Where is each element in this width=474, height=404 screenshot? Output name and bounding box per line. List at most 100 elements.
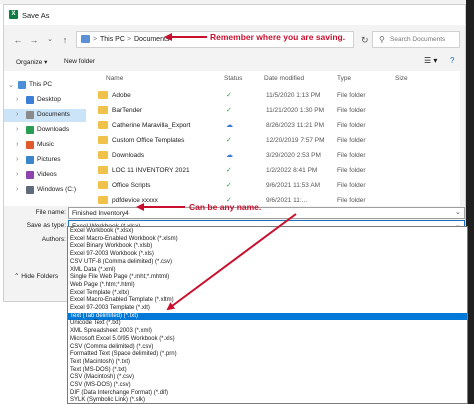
scrollbar[interactable] (460, 71, 465, 206)
chevron-right-icon[interactable]: › (16, 171, 18, 178)
file-type-option[interactable]: Excel Workbook (*.xlsx) (68, 228, 467, 236)
chevron-up-icon: ⌃ (14, 273, 20, 280)
file-list: Name Status Date modified Type Size Adob… (86, 71, 465, 206)
column-header-date[interactable]: Date modified (264, 75, 304, 82)
file-type-option[interactable]: CSV UTF-8 (Comma delimited) (*.csv) (68, 259, 467, 267)
hide-folders-button[interactable]: ⌃ Hide Folders (14, 272, 58, 280)
sidebar-item-videos[interactable]: › Videos (4, 169, 86, 182)
folder-icon (98, 151, 108, 159)
hide-folders-label: Hide Folders (21, 273, 59, 280)
file-date: 8/26/2023 11:21 PM (266, 122, 325, 129)
file-type-option[interactable]: Text (MS-DOS) (*.txt) (68, 367, 467, 375)
new-folder-button[interactable]: New folder (64, 58, 95, 65)
breadcrumb-separator: > (93, 36, 98, 43)
sidebar-item-documents[interactable]: › Documents (4, 109, 86, 122)
file-type-option[interactable]: Excel Template (*.xltx) (68, 290, 467, 298)
file-type-option[interactable]: Excel 97-2003 Template (*.xlt) (68, 305, 467, 313)
sidebar-item-pictures[interactable]: › Pictures (4, 154, 86, 167)
chevron-right-icon[interactable]: › (16, 126, 18, 133)
chevron-right-icon[interactable]: › (16, 111, 18, 118)
folder-icon (98, 181, 108, 189)
file-type-option[interactable]: Excel 97-2003 Workbook (*.xls) (68, 251, 467, 259)
saveas-type-label: Save as type: (26, 222, 66, 229)
cloud-icon: ☁ (226, 122, 233, 129)
chevron-right-icon[interactable]: › (16, 141, 18, 148)
file-date: 11/5/2020 1:13 PM (266, 92, 321, 99)
file-type-option[interactable]: Text (Macintosh) (*.txt) (68, 359, 467, 367)
arrow-right-icon[interactable]: → (28, 34, 40, 46)
column-header-type[interactable]: Type (337, 75, 351, 82)
folder-icon (98, 196, 108, 204)
file-type-option[interactable]: Single File Web Page (*.mht;*.mhtml) (68, 274, 467, 282)
file-type-option[interactable]: SYLK (Symbolic Link) (*.slk) (68, 397, 467, 403)
chevron-right-icon[interactable]: › (16, 186, 18, 193)
file-type-option[interactable]: Text (Tab delimited) (*.txt) (68, 312, 467, 321)
file-row[interactable]: BarTender ✓ 11/21/2020 1:30 PM File fold… (86, 104, 465, 118)
sidebar-item-this-pc[interactable]: ⌄ This PC (4, 79, 86, 92)
file-name: Office Scripts (112, 182, 151, 189)
file-row[interactable]: Office Scripts ✓ 9/6/2021 11:53 AM File … (86, 179, 465, 193)
chevron-right-icon[interactable]: › (16, 96, 18, 103)
chevron-down-icon[interactable]: ⌄ (8, 81, 14, 89)
arrow-up-icon[interactable]: ↑ (59, 34, 71, 46)
organize-button[interactable]: Organize ▾ (16, 58, 47, 66)
file-type: File folder (337, 137, 366, 144)
sidebar-item-label: Videos (37, 171, 57, 178)
chevron-down-icon[interactable]: ⌄ (455, 208, 461, 216)
file-type-option[interactable]: XML Data (*.xml) (68, 267, 467, 275)
dialog-title: Save As (22, 11, 50, 20)
file-type-option[interactable]: Excel Macro-Enabled Workbook (*.xlsm) (68, 236, 467, 244)
breadcrumb-this-pc[interactable]: This PC (100, 36, 125, 43)
file-row[interactable]: Downloads ☁ 3/29/2020 2:53 PM File folde… (86, 149, 465, 163)
file-type: File folder (337, 107, 366, 114)
file-type-option[interactable]: Unicode Text (*.txt) (68, 320, 467, 328)
filename-field[interactable]: Finished Inventory4 (68, 207, 465, 219)
search-input[interactable]: ⚲ Search Documents (372, 31, 460, 48)
file-type: File folder (337, 152, 366, 159)
column-header-status[interactable]: Status (224, 75, 242, 82)
authors-label: Authors: (41, 236, 66, 243)
chevron-down-icon[interactable]: ⌄ (44, 34, 56, 46)
file-type-option[interactable]: Formatted Text (Space delimited) (*.prn) (68, 351, 467, 359)
music-icon (26, 141, 34, 149)
toolbar: Organize ▾ New folder ☰ ▾ ? (4, 53, 465, 71)
file-type-option[interactable]: Microsoft Excel 5.0/95 Workbook (*.xls) (68, 336, 467, 344)
sidebar-item-windows-c[interactable]: › Windows (C:) (4, 184, 86, 197)
file-row[interactable]: Custom Office Templates ✓ 12/20/2019 7:5… (86, 134, 465, 148)
sync-check-icon: ✓ (226, 167, 232, 174)
sync-check-icon: ✓ (226, 107, 232, 114)
file-row[interactable]: Adobe ✓ 11/5/2020 1:13 PM File folder (86, 89, 465, 103)
arrow-left-icon[interactable]: ← (12, 34, 24, 46)
view-options-icon[interactable]: ☰ ▾ (424, 56, 437, 65)
file-row[interactable]: pdfdevice xxxxx ✓ 9/6/2021 11:... File f… (86, 194, 465, 206)
file-name: LOC 11 INVENTORY 2021 (112, 167, 190, 174)
sidebar-item-label: Windows (C:) (37, 186, 77, 193)
file-type-option[interactable]: Excel Binary Workbook (*.xlsb) (68, 243, 467, 251)
sidebar-item-music[interactable]: › Music (4, 139, 86, 152)
file-row[interactable]: LOC 11 INVENTORY 2021 ✓ 1/2/2022 8:41 PM… (86, 164, 465, 178)
title-bar: X Save As (4, 5, 465, 25)
filename-label: File name: (35, 209, 66, 216)
file-type-option[interactable]: CSV (Macintosh) (*.csv) (68, 374, 467, 382)
file-type-option[interactable]: Excel Macro-Enabled Template (*.xltm) (68, 297, 467, 305)
sidebar-item-downloads[interactable]: › Downloads (4, 124, 86, 137)
file-name: Catherine Maravilla_Export (112, 122, 191, 129)
folder-icon (98, 136, 108, 144)
pictures-icon (26, 156, 34, 164)
help-icon[interactable]: ? (450, 56, 454, 65)
computer-icon (18, 81, 26, 89)
file-type-option[interactable]: CSV (Comma delimited) (*.csv) (68, 344, 467, 352)
sidebar-item-desktop[interactable]: › Desktop (4, 94, 86, 107)
column-header-name[interactable]: Name (106, 75, 123, 82)
documents-icon (26, 111, 34, 119)
folder-icon (98, 166, 108, 174)
file-type-option[interactable]: Web Page (*.htm;*.html) (68, 282, 467, 290)
column-header-size[interactable]: Size (395, 75, 408, 82)
file-type-option[interactable]: CSV (MS-DOS) (*.csv) (68, 382, 467, 390)
chevron-right-icon[interactable]: › (16, 156, 18, 163)
file-row[interactable]: Catherine Maravilla_Export ☁ 8/26/2023 1… (86, 119, 465, 133)
breadcrumb-documents[interactable]: Documents (134, 36, 169, 43)
file-type-option[interactable]: XML Spreadsheet 2003 (*.xml) (68, 328, 467, 336)
file-type-option[interactable]: DIF (Data Interchange Format) (*.dif) (68, 390, 467, 398)
refresh-icon[interactable]: ↻ (361, 35, 369, 46)
